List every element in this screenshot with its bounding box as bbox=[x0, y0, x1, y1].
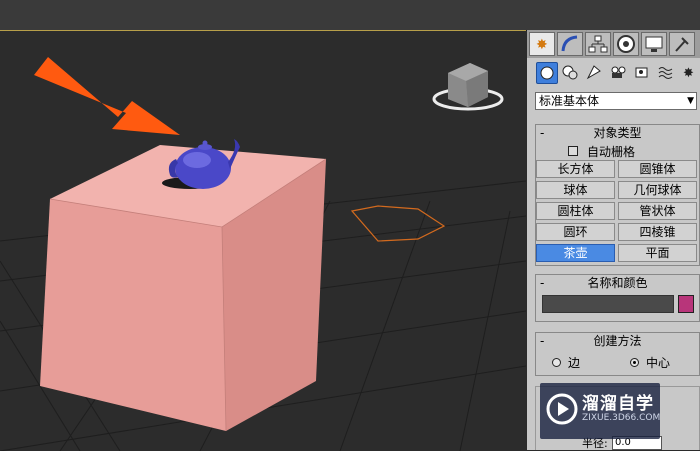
display-tab-icon[interactable] bbox=[641, 32, 667, 56]
object-type-title: 对象类型 bbox=[593, 126, 642, 140]
tube-button[interactable]: 管状体 bbox=[618, 202, 697, 220]
creation-method-rollout: - 创建方法 边 中心 bbox=[535, 332, 700, 376]
torus-button[interactable]: 圆环 bbox=[536, 223, 615, 241]
modify-tab-icon[interactable] bbox=[557, 32, 583, 56]
cylinder-button[interactable]: 圆柱体 bbox=[536, 202, 615, 220]
svg-text:✸: ✸ bbox=[536, 37, 548, 53]
space-warps-icon[interactable] bbox=[656, 62, 678, 84]
box-button[interactable]: 长方体 bbox=[536, 160, 615, 178]
systems-icon[interactable]: ✸ bbox=[680, 62, 700, 84]
svg-text:✸: ✸ bbox=[683, 66, 694, 81]
watermark-url: ZIXUE.3D66.COM bbox=[582, 413, 661, 423]
plane-button[interactable]: 平面 bbox=[618, 244, 697, 262]
object-color-swatch[interactable] bbox=[678, 295, 694, 313]
name-color-title: 名称和颜色 bbox=[587, 276, 648, 290]
command-tabs: ✸ bbox=[527, 30, 700, 58]
top-toolbar bbox=[0, 0, 700, 31]
cameras-icon[interactable] bbox=[608, 62, 630, 84]
dropdown-value: 标准基本体 bbox=[539, 94, 600, 108]
geometry-icon[interactable] bbox=[536, 62, 558, 84]
motion-tab-icon[interactable] bbox=[613, 32, 639, 56]
object-name-field[interactable] bbox=[542, 295, 674, 313]
hierarchy-tab-icon[interactable] bbox=[585, 32, 611, 56]
edge-radio[interactable] bbox=[552, 358, 561, 367]
viewport-scene bbox=[0, 57, 526, 451]
lights-icon[interactable] bbox=[584, 62, 606, 84]
utilities-tab-icon[interactable] bbox=[669, 32, 695, 56]
teapot-button[interactable]: 茶壶 bbox=[536, 244, 615, 262]
create-subtabs: ✸ bbox=[527, 60, 700, 86]
viewcube-icon[interactable] bbox=[432, 63, 504, 111]
pyramid-button[interactable]: 四棱锥 bbox=[618, 223, 697, 241]
autogrid-checkbox[interactable] bbox=[568, 146, 578, 156]
watermark: 溜溜自学 ZIXUE.3D66.COM bbox=[540, 383, 660, 439]
center-label: 中心 bbox=[646, 356, 671, 370]
object-type-rollout: - 对象类型 自动栅格 长方体 圆锥体 球体 几何球体 圆柱体 管状体 圆环 四… bbox=[535, 124, 700, 266]
perspective-viewport[interactable] bbox=[0, 30, 526, 451]
create-tab-icon[interactable]: ✸ bbox=[529, 32, 555, 56]
cone-button[interactable]: 圆锥体 bbox=[618, 160, 697, 178]
edge-label: 边 bbox=[568, 356, 581, 370]
watermark-logo-icon bbox=[546, 393, 578, 425]
helpers-icon[interactable] bbox=[632, 62, 654, 84]
arrow-icon bbox=[34, 57, 180, 135]
geosphere-button[interactable]: 几何球体 bbox=[618, 181, 697, 199]
chevron-down-icon: ▼ bbox=[687, 96, 694, 106]
sphere-button[interactable]: 球体 bbox=[536, 181, 615, 199]
creation-method-title: 创建方法 bbox=[593, 334, 642, 348]
object-category-dropdown[interactable]: 标准基本体 ▼ bbox=[535, 92, 697, 110]
watermark-brand: 溜溜自学 bbox=[582, 394, 654, 414]
center-radio[interactable] bbox=[630, 358, 639, 367]
shapes-icon[interactable] bbox=[560, 62, 582, 84]
name-color-rollout: - 名称和颜色 bbox=[535, 274, 700, 322]
autogrid-label: 自动栅格 bbox=[587, 145, 636, 159]
